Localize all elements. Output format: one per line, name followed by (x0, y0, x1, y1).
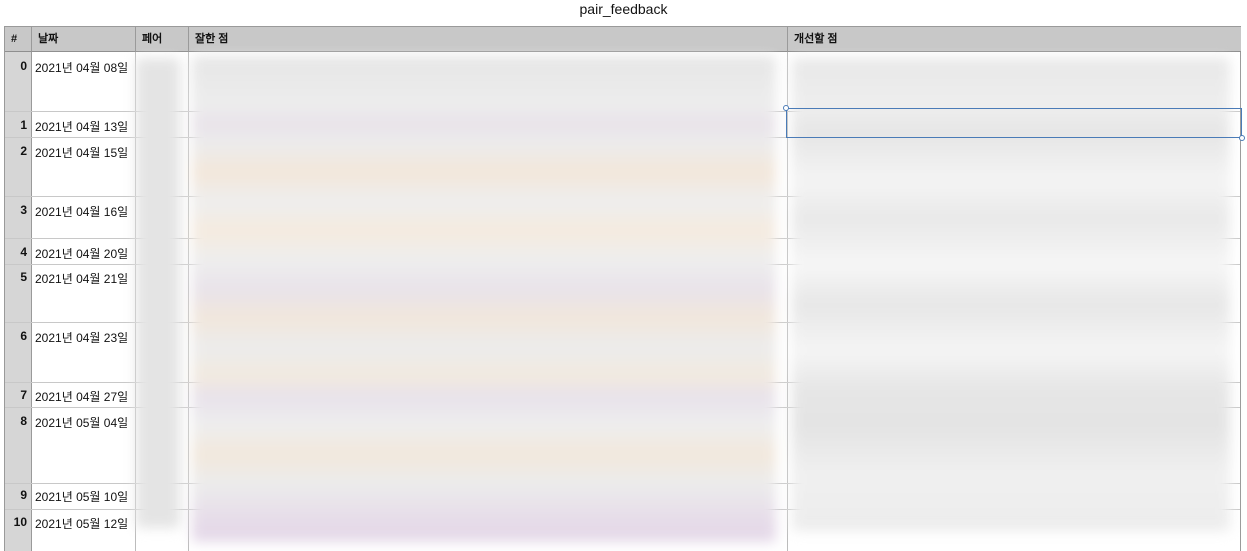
header-date[interactable]: 날짜 (32, 27, 136, 52)
row-number[interactable]: 7 (5, 388, 27, 402)
row-date[interactable]: 2021년 05월 12일 (35, 515, 128, 532)
row-number[interactable]: 1 (5, 118, 27, 132)
row-date[interactable]: 2021년 04월 16일 (35, 203, 128, 220)
row-number[interactable]: 8 (5, 414, 27, 428)
header-number[interactable]: # (5, 27, 32, 52)
row-number[interactable]: 4 (5, 245, 27, 259)
row-date[interactable]: 2021년 04월 08일 (35, 59, 128, 76)
row-date[interactable]: 2021년 04월 27일 (35, 388, 128, 405)
row-number[interactable]: 10 (5, 515, 27, 529)
sheet-title: pair_feedback (579, 1, 668, 17)
row-number[interactable]: 5 (5, 270, 27, 284)
row-date[interactable]: 2021년 05월 10일 (35, 488, 128, 505)
row-date[interactable]: 2021년 04월 15일 (35, 144, 128, 161)
header-pair[interactable]: 페어 (136, 27, 189, 52)
selection-handle[interactable] (783, 105, 789, 111)
row-number[interactable]: 6 (5, 329, 27, 343)
row-date[interactable]: 2021년 04월 23일 (35, 329, 128, 346)
cell-selection[interactable] (786, 108, 1242, 138)
header-good-points[interactable]: 잘한 점 (189, 27, 788, 52)
header-improvements[interactable]: 개선할 점 (788, 27, 1241, 52)
redacted-pair-names (136, 58, 180, 528)
row-number[interactable]: 9 (5, 488, 27, 502)
row-number[interactable]: 2 (5, 144, 27, 158)
row-number[interactable]: 0 (5, 59, 27, 73)
redacted-good-points (192, 56, 776, 542)
row-date[interactable]: 2021년 04월 13일 (35, 118, 128, 135)
row-date[interactable]: 2021년 05월 04일 (35, 414, 128, 431)
selection-handle[interactable] (1239, 135, 1245, 141)
row-number[interactable]: 3 (5, 203, 27, 217)
row-date[interactable]: 2021년 04월 20일 (35, 245, 128, 262)
row-date[interactable]: 2021년 04월 21일 (35, 270, 128, 287)
